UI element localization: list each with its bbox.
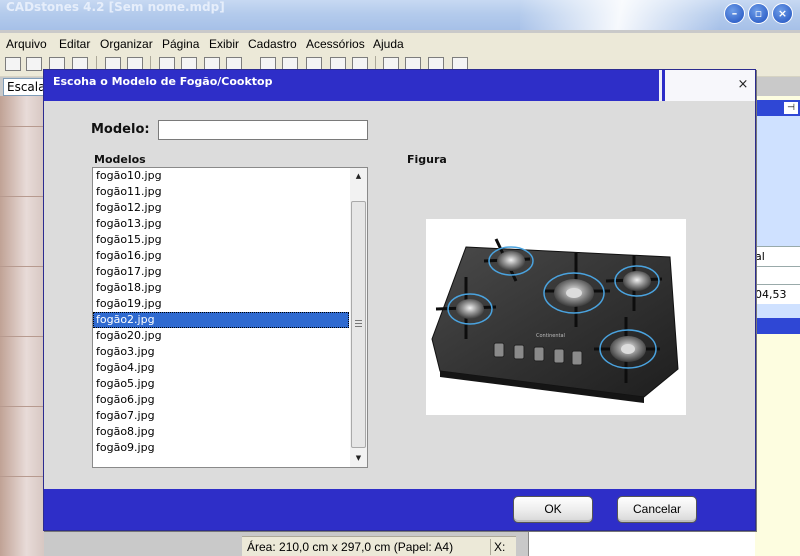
cooktop-preview-image: Continental: [426, 219, 686, 415]
cancel-button[interactable]: Cancelar: [617, 496, 697, 523]
restore-icon[interactable]: ▫: [748, 3, 769, 24]
menu-pagina[interactable]: Página: [162, 37, 199, 51]
scroll-thumb[interactable]: [351, 201, 366, 448]
list-item[interactable]: fogão20.jpg: [93, 328, 349, 344]
wall-tile-line: [0, 266, 44, 267]
properties-cell-empty: [755, 266, 800, 286]
cooktop-brand-text: Continental: [536, 333, 565, 339]
wall-tile-line: [0, 196, 44, 197]
wall-tile-line: [0, 336, 44, 337]
dialog-close-icon[interactable]: ×: [736, 77, 750, 93]
new-file-icon[interactable]: [5, 57, 21, 71]
ok-button[interactable]: OK: [513, 496, 593, 523]
model-label: Modelo:: [91, 122, 150, 137]
menu-acessorios[interactable]: Acessórios: [306, 37, 365, 51]
status-area: Área: 210,0 cm x 297,0 cm (Papel: A4): [247, 540, 454, 554]
open-folder-icon[interactable]: [26, 57, 42, 71]
dialog-title: Escoha o Modelo de Fogão/Cooktop: [53, 75, 273, 88]
scroll-down-icon[interactable]: ▼: [350, 450, 367, 467]
close-icon[interactable]: ×: [772, 3, 793, 24]
minimize-icon[interactable]: –: [724, 3, 745, 24]
list-item[interactable]: fogão13.jpg: [93, 216, 349, 232]
list-item[interactable]: fogão15.jpg: [93, 232, 349, 248]
models-listbox[interactable]: fogão10.jpg fogão11.jpg fogão12.jpg fogão13…: [92, 167, 368, 468]
list-item[interactable]: fogão5.jpg: [93, 376, 349, 392]
list-item[interactable]: fogão11.jpg: [93, 184, 349, 200]
list-item[interactable]: fogão6.jpg: [93, 392, 349, 408]
status-x-coordinate: X:: [494, 540, 506, 554]
cooktop-illustration: Continental: [431, 238, 679, 403]
drawing-area-edge: [528, 530, 755, 556]
statusbar: Área: 210,0 cm x 297,0 cm (Papel: A4) X:: [242, 536, 516, 556]
pin-icon[interactable]: ⊣: [784, 102, 798, 114]
app-title: CADstones 4.2 [Sem nome.mdp]: [6, 0, 225, 14]
menu-cadastro[interactable]: Cadastro: [248, 37, 297, 51]
scale-field[interactable]: Escala: [3, 78, 45, 96]
dialog-titlebar: Escoha o Modelo de Fogão/Cooktop ×: [44, 70, 755, 101]
menu-organizar[interactable]: Organizar: [100, 37, 153, 51]
list-item[interactable]: fogão19.jpg: [93, 296, 349, 312]
status-separator: [490, 539, 491, 555]
wall-tile-line: [0, 476, 44, 477]
models-list: fogão10.jpg fogão11.jpg fogão12.jpg fogão13…: [93, 168, 349, 456]
menu-ajuda[interactable]: Ajuda: [373, 37, 404, 51]
models-scrollbar[interactable]: ▲ ▼: [350, 168, 367, 467]
properties-cell: al: [755, 246, 800, 266]
scroll-grip-icon: [355, 320, 362, 327]
list-item[interactable]: fogão2.jpg: [93, 312, 349, 328]
model-input[interactable]: [158, 120, 368, 140]
scroll-up-icon[interactable]: ▲: [350, 168, 367, 185]
background-wall-image: [0, 96, 44, 556]
list-item[interactable]: fogão18.jpg: [93, 280, 349, 296]
menu-editar[interactable]: Editar: [59, 37, 90, 51]
menubar: Arquivo Editar Organizar Página Exibir C…: [0, 33, 800, 53]
properties-cell: 04,53: [755, 284, 800, 304]
list-item[interactable]: fogão8.jpg: [93, 424, 349, 440]
list-item[interactable]: fogão3.jpg: [93, 344, 349, 360]
models-label: Modelos: [94, 153, 146, 166]
list-item[interactable]: fogão7.jpg: [93, 408, 349, 424]
list-item[interactable]: fogão12.jpg: [93, 200, 349, 216]
properties-panel: ⊣ al 04,53: [755, 96, 800, 556]
list-item[interactable]: fogão17.jpg: [93, 264, 349, 280]
wall-tile-line: [0, 406, 44, 407]
properties-panel-band: [755, 318, 800, 334]
titlebar-glow: [520, 0, 720, 30]
app-titlebar: CADstones 4.2 [Sem nome.mdp] – ▫ ×: [0, 0, 800, 30]
list-item[interactable]: fogão4.jpg: [93, 360, 349, 376]
cooktop-model-dialog: Escoha o Modelo de Fogão/Cooktop × Model…: [43, 69, 756, 531]
list-item[interactable]: fogão16.jpg: [93, 248, 349, 264]
list-item[interactable]: fogão10.jpg: [93, 168, 349, 184]
menu-exibir[interactable]: Exibir: [209, 37, 239, 51]
properties-panel-header: ⊣: [755, 100, 800, 116]
list-item[interactable]: fogão9.jpg: [93, 440, 349, 456]
figure-label: Figura: [407, 153, 447, 166]
wall-tile-line: [0, 126, 44, 127]
titlebar-stripe: [659, 70, 662, 101]
menu-arquivo[interactable]: Arquivo: [6, 37, 47, 51]
